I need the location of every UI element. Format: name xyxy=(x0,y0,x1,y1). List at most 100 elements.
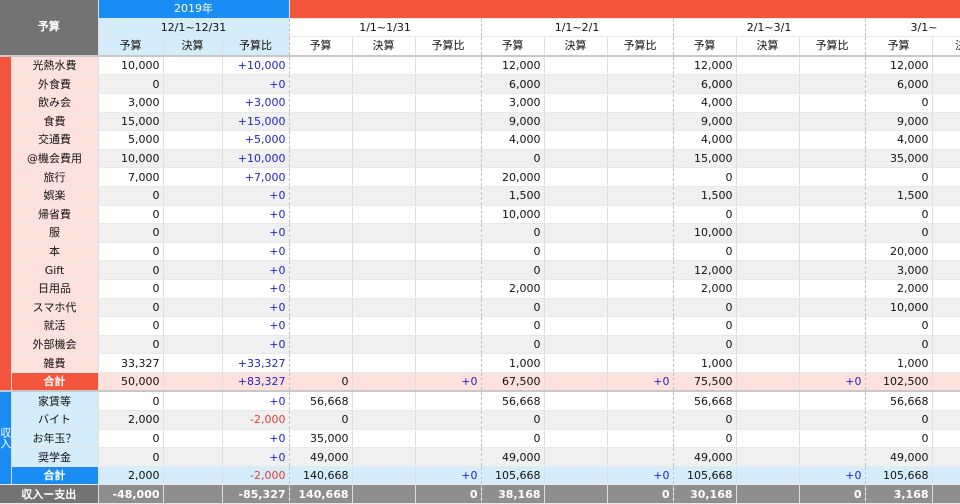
category-label: 雑費 xyxy=(11,353,99,373)
actual-cell xyxy=(544,186,608,206)
category-label: Gift xyxy=(11,260,99,280)
actual-cell xyxy=(163,372,223,392)
actual-cell xyxy=(932,484,960,504)
budget-cell: 12,000 xyxy=(865,54,933,76)
budget-cell: 6,000 xyxy=(481,74,545,94)
ratio-cell: +0 xyxy=(415,372,482,392)
period-header: 12/1~12/31 xyxy=(98,18,290,38)
actual-cell xyxy=(736,130,800,150)
actual-cell xyxy=(544,372,608,392)
expense-row: 旅行 7,000 +7,000 20,000 0 0 xyxy=(0,167,960,187)
expense-row: 本 0 +0 0 0 20,000 xyxy=(0,242,960,262)
actual-cell xyxy=(352,466,416,486)
actual-cell xyxy=(163,149,223,169)
actual-cell xyxy=(352,335,416,355)
budget-cell: 20,000 xyxy=(865,242,933,262)
budget-cell: 33,327 xyxy=(98,353,164,373)
category-label: 食費 xyxy=(11,112,99,132)
ratio-cell: +0 xyxy=(222,242,290,262)
budget-cell: 105,668 xyxy=(481,466,545,486)
budget-cell: 12,000 xyxy=(673,260,737,280)
actual-cell xyxy=(932,149,960,169)
budget-cell: 0 xyxy=(98,74,164,94)
actual-cell xyxy=(352,54,416,76)
actual-cell xyxy=(544,167,608,187)
actual-cell xyxy=(544,466,608,486)
actual-cell xyxy=(163,429,223,449)
ratio-cell xyxy=(415,447,482,467)
ratio-cell: +0 xyxy=(222,205,290,225)
actual-cell xyxy=(736,429,800,449)
budget-cell: 0 xyxy=(98,316,164,336)
ratio-cell xyxy=(799,316,866,336)
actual-cell xyxy=(544,298,608,318)
ratio-cell: -2,000 xyxy=(222,410,290,430)
actual-cell xyxy=(352,242,416,262)
expense-row: 雑費 33,327 +33,327 1,000 1,000 1,000 xyxy=(0,353,960,373)
budget-cell: 4,000 xyxy=(481,130,545,150)
expense-row: スマホ代 0 +0 0 0 10,000 xyxy=(0,298,960,318)
budget-cell xyxy=(289,186,353,206)
budget-cell: 0 xyxy=(98,242,164,262)
budget-cell: 0 xyxy=(289,372,353,392)
actual-cell xyxy=(736,93,800,113)
actual-cell xyxy=(544,242,608,262)
actual-cell xyxy=(932,372,960,392)
ratio-cell: +0 xyxy=(799,372,866,392)
ratio-cell: +0 xyxy=(222,316,290,336)
ratio-cell xyxy=(607,112,674,132)
category-label: 娯楽 xyxy=(11,186,99,206)
budget-cell: 0 xyxy=(481,223,545,243)
ratio-cell xyxy=(799,279,866,299)
budget-cell: 2,000 xyxy=(673,279,737,299)
period-header: 1/1~2/1 xyxy=(481,18,674,38)
budget-cell: 20,000 xyxy=(481,167,545,187)
budget-cell: 10,000 xyxy=(98,149,164,169)
actual-cell xyxy=(736,390,800,412)
ratio-cell: +0 xyxy=(222,186,290,206)
ratio-cell xyxy=(607,149,674,169)
actual-cell xyxy=(163,112,223,132)
budget-cell: 3,000 xyxy=(98,93,164,113)
actual-cell xyxy=(352,112,416,132)
category-label: 交通費 xyxy=(11,130,99,150)
ratio-cell xyxy=(415,205,482,225)
sheet-header: 予算 2019年 12/1~12/31 1/1~1/31 1/1~2/1 2/1… xyxy=(0,0,960,57)
budget-cell xyxy=(289,205,353,225)
actual-cell xyxy=(544,316,608,336)
ratio-cell: +0 xyxy=(222,279,290,299)
ratio-cell xyxy=(415,316,482,336)
ratio-cell xyxy=(415,390,482,412)
actual-cell xyxy=(352,167,416,187)
ratio-cell: +0 xyxy=(415,466,482,486)
budget-cell: 9,000 xyxy=(865,112,933,132)
actual-cell xyxy=(932,466,960,486)
actual-cell xyxy=(736,353,800,373)
budget-cell: 3,000 xyxy=(865,260,933,280)
ratio-cell: 0 xyxy=(607,484,674,504)
ratio-cell xyxy=(607,279,674,299)
col-header-actual: 決算 xyxy=(352,36,416,57)
budget-cell xyxy=(289,54,353,76)
actual-cell xyxy=(736,279,800,299)
ratio-cell: +0 xyxy=(222,223,290,243)
ratio-cell xyxy=(799,390,866,412)
ratio-cell xyxy=(415,74,482,94)
budget-cell xyxy=(289,335,353,355)
ratio-cell xyxy=(799,54,866,76)
expense-row: 就活 0 +0 0 0 0 xyxy=(0,316,960,336)
ratio-cell xyxy=(415,260,482,280)
budget-cell: 38,168 xyxy=(481,484,545,504)
ratio-cell: +0 xyxy=(222,74,290,94)
actual-cell xyxy=(352,279,416,299)
budget-cell xyxy=(289,149,353,169)
ratio-cell xyxy=(415,298,482,318)
income-total-row: 合計 2,000 -2,000 140,668 +0 105,668 +0 105,668 +0… xyxy=(0,466,960,486)
budget-cell: 0 xyxy=(865,429,933,449)
ratio-cell xyxy=(415,167,482,187)
actual-cell xyxy=(163,390,223,412)
budget-cell xyxy=(289,223,353,243)
ratio-cell: +7,000 xyxy=(222,167,290,187)
actual-cell xyxy=(736,372,800,392)
ratio-cell xyxy=(415,54,482,76)
